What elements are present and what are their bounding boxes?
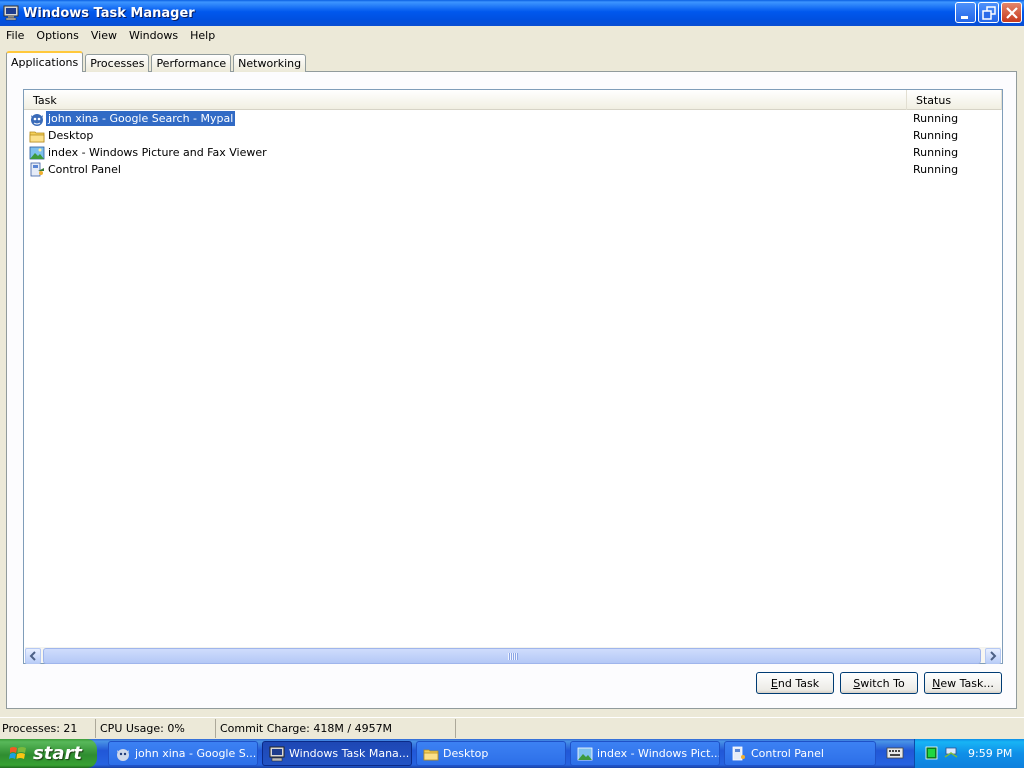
- taskbar-item-task-manager[interactable]: Windows Task Mana...: [262, 741, 412, 766]
- tab-networking[interactable]: Networking: [233, 54, 307, 72]
- picture-viewer-icon: [577, 747, 593, 760]
- status-processes: Processes: 21: [0, 719, 96, 738]
- taskbar-item-mypal[interactable]: john xina - Google S...: [108, 741, 258, 766]
- task-name: john xina - Google Search - Mypal: [44, 110, 237, 127]
- tab-performance[interactable]: Performance: [151, 54, 232, 72]
- picture-viewer-icon: [29, 146, 45, 159]
- control-panel-icon: [732, 746, 745, 760]
- keyboard-icon[interactable]: [886, 746, 904, 760]
- new-task-button[interactable]: New Task...: [924, 672, 1002, 694]
- minimize-icon: [961, 16, 968, 19]
- start-button[interactable]: start: [0, 739, 97, 768]
- restore-icon: [982, 6, 996, 20]
- menu-help[interactable]: Help: [184, 29, 221, 42]
- mypal-icon: [31, 113, 43, 126]
- taskbar-item-picture-viewer[interactable]: index - Windows Pict...: [570, 741, 720, 766]
- tab-applications[interactable]: Applications: [6, 51, 84, 72]
- windows-logo-icon: [9, 746, 26, 759]
- minimize-button[interactable]: [955, 2, 976, 23]
- menu-windows[interactable]: Windows: [123, 29, 184, 42]
- menu-bar: File Options View Windows Help: [0, 26, 1024, 45]
- status-commit-charge: Commit Charge: 418M / 4957M: [216, 719, 456, 738]
- folder-icon: [29, 131, 45, 142]
- menu-view[interactable]: View: [85, 29, 123, 42]
- task-list[interactable]: Task Status john xina - Google Search - …: [23, 89, 1003, 664]
- task-manager-icon: [3, 5, 19, 21]
- mypal-icon: [117, 748, 129, 761]
- task-manager-tray-icon[interactable]: [925, 746, 939, 760]
- table-row[interactable]: Control Panel Running: [24, 161, 1002, 178]
- tab-processes[interactable]: Processes: [85, 54, 150, 72]
- status-bar: Processes: 21 CPU Usage: 0% Commit Charg…: [0, 717, 1024, 739]
- title-bar[interactable]: Windows Task Manager: [0, 0, 1024, 26]
- chevron-right-icon: [990, 651, 997, 661]
- restore-button[interactable]: [978, 2, 999, 23]
- start-label: start: [33, 743, 82, 764]
- task-name: index - Windows Picture and Fax Viewer: [48, 146, 267, 159]
- taskbar-item-control-panel[interactable]: Control Panel: [724, 741, 876, 766]
- system-tray: 9:59 PM: [914, 739, 1024, 768]
- window-title: Windows Task Manager: [23, 5, 195, 21]
- status-cpu-usage: CPU Usage: 0%: [96, 719, 216, 738]
- folder-icon: [423, 749, 439, 760]
- table-row[interactable]: john xina - Google Search - Mypal Runnin…: [24, 110, 1002, 127]
- task-name: Desktop: [48, 129, 94, 142]
- horizontal-scrollbar[interactable]: [25, 647, 1001, 664]
- menu-file[interactable]: File: [0, 29, 30, 42]
- task-name: Control Panel: [48, 163, 121, 176]
- tab-strip: Applications Processes Performance Netwo…: [6, 51, 308, 72]
- list-header: Task Status: [24, 90, 1002, 110]
- table-row[interactable]: Desktop Running: [24, 127, 1002, 144]
- task-manager-icon: [269, 746, 285, 761]
- chevron-left-icon: [29, 651, 36, 661]
- scroll-right-button[interactable]: [985, 648, 1001, 664]
- taskbar: start john xina - Google S... Windows Ta…: [0, 739, 1024, 768]
- menu-options[interactable]: Options: [30, 29, 84, 42]
- scroll-thumb[interactable]: [43, 648, 981, 664]
- task-status: Running: [913, 112, 959, 125]
- end-task-button[interactable]: End Task: [756, 672, 834, 694]
- task-status: Running: [913, 146, 959, 159]
- switch-to-button[interactable]: Switch To: [840, 672, 918, 694]
- control-panel-icon: [30, 162, 44, 176]
- close-button[interactable]: [1001, 2, 1022, 23]
- close-icon: [1006, 7, 1018, 19]
- scroll-left-button[interactable]: [25, 648, 41, 664]
- taskbar-item-desktop[interactable]: Desktop: [416, 741, 566, 766]
- column-header-status[interactable]: Status: [907, 90, 1002, 110]
- network-icon[interactable]: [943, 745, 959, 761]
- table-row[interactable]: index - Windows Picture and Fax Viewer R…: [24, 144, 1002, 161]
- column-header-task[interactable]: Task: [24, 90, 907, 110]
- task-status: Running: [913, 129, 959, 142]
- clock[interactable]: 9:59 PM: [968, 747, 1012, 760]
- task-status: Running: [913, 163, 959, 176]
